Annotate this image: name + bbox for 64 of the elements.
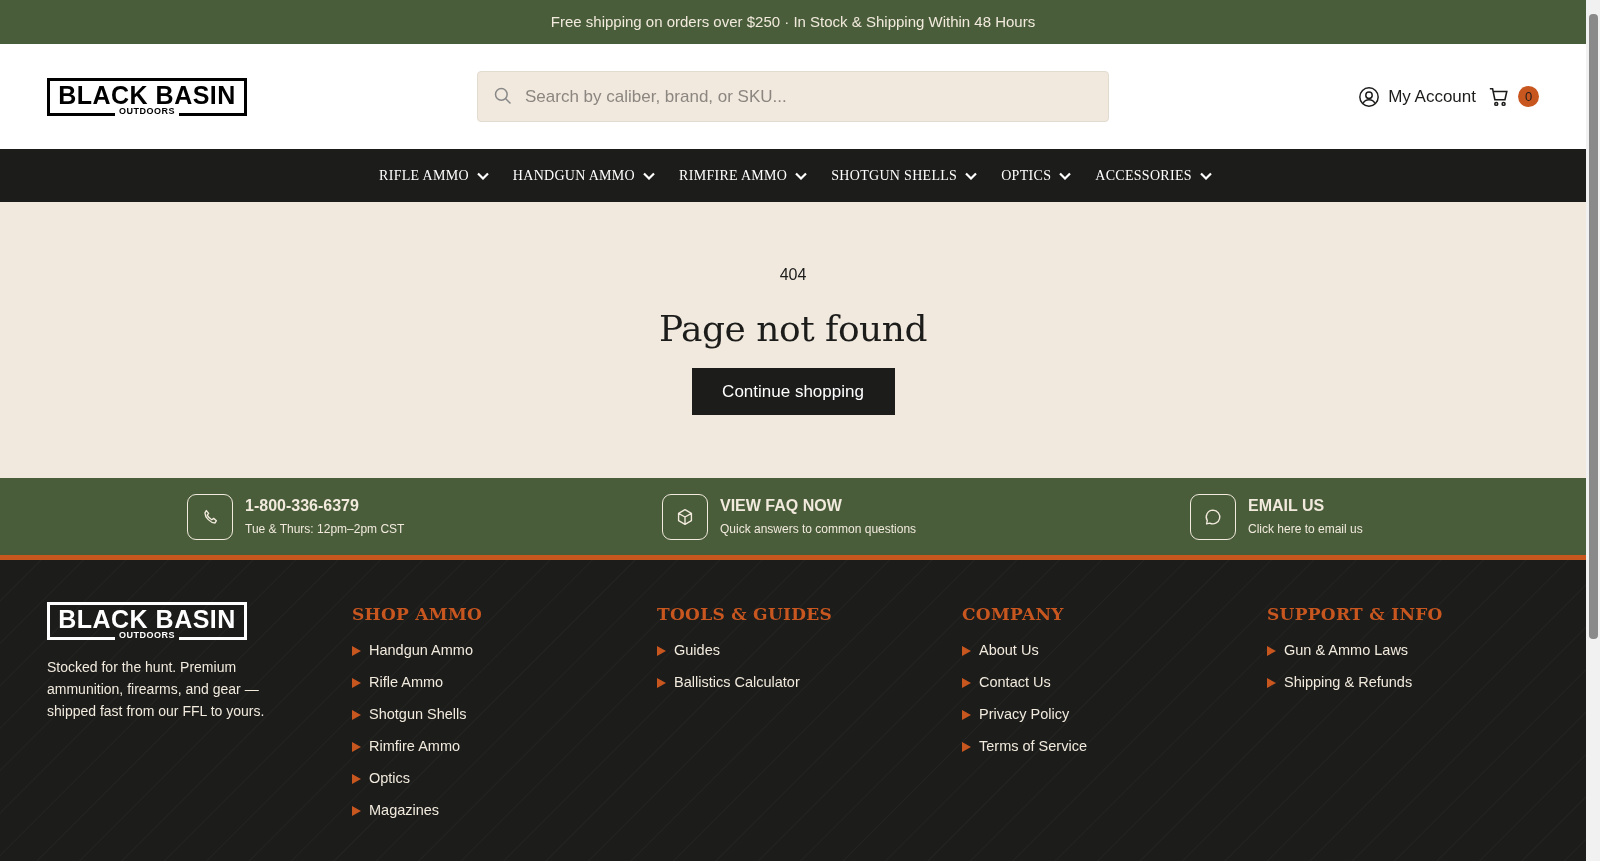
footer-link[interactable]: Shipping & Refunds: [1284, 672, 1413, 693]
triangle-bullet-icon: [352, 645, 361, 656]
footer-link[interactable]: Optics: [369, 768, 411, 789]
search-field[interactable]: Search by caliber, brand, or SKU...: [477, 71, 1109, 122]
footer-link[interactable]: Terms of Service: [979, 736, 1087, 757]
cube-icon: [662, 493, 708, 540]
contact-link[interactable]: VIEW FAQ NOW Quick answers to common questions: [662, 493, 1190, 540]
triangle-bullet-icon: [352, 773, 361, 784]
footer-link[interactable]: Shotgun Shells: [369, 704, 467, 725]
triangle-bullet-icon: [962, 645, 971, 656]
footer-heading: SUPPORT & INFO: [1267, 604, 1444, 624]
cart-icon[interactable]: [1488, 85, 1510, 108]
footer-blurb: Stocked for the hunt. Premium ammunition, firearms, and gear — shipped fast from our FFL to yours.: [47, 658, 266, 721]
chevron-down-icon: [643, 171, 656, 180]
footer-link[interactable]: Gun & Ammo Laws: [1284, 640, 1409, 661]
triangle-bullet-icon: [962, 709, 971, 720]
nav-menu-item[interactable]: HANDGUN AMMO: [512, 165, 656, 186]
triangle-bullet-icon: [352, 677, 361, 688]
contact-link[interactable]: 1-800-336-6379 Tue & Thurs: 12pm–2pm CST: [187, 493, 662, 540]
chevron-down-icon: [476, 171, 489, 180]
user-icon: [1358, 85, 1381, 108]
logo[interactable]: BLACK BASIN OUTDOORS: [47, 602, 247, 640]
triangle-bullet-icon: [962, 677, 971, 688]
footer-link[interactable]: Guides: [674, 640, 720, 661]
announcement-text: Free shipping on orders over $250 · In Stock & Shipping Within 48 Hours: [550, 11, 1036, 32]
footer-link[interactable]: About Us: [979, 640, 1039, 661]
triangle-bullet-icon: [657, 677, 666, 688]
page-title: Page not found: [658, 307, 927, 351]
continue-shopping-button[interactable]: Continue shopping: [691, 368, 895, 415]
triangle-bullet-icon: [962, 741, 971, 752]
footer-link[interactable]: Rifle Ammo: [369, 672, 444, 693]
nav-menu-item[interactable]: RIFLE AMMO: [379, 165, 489, 186]
contact-link[interactable]: EMAIL US Click here to email us: [1190, 493, 1586, 540]
footer-link[interactable]: Contact Us: [979, 672, 1051, 693]
triangle-bullet-icon: [352, 805, 361, 816]
triangle-bullet-icon: [352, 741, 361, 752]
footer-link[interactable]: Magazines: [369, 800, 440, 821]
scrollbar[interactable]: [1586, 0, 1600, 861]
error-code: 404: [779, 265, 807, 285]
speech-bubble-icon: [1190, 493, 1236, 540]
account-link[interactable]: My Account: [1358, 83, 1476, 110]
chevron-down-icon: [1199, 171, 1212, 180]
triangle-bullet-icon: [352, 709, 361, 720]
chevron-down-icon: [1059, 171, 1072, 180]
footer-link[interactable]: Handgun Ammo: [369, 640, 473, 661]
footer-link[interactable]: Rimfire Ammo: [369, 736, 461, 757]
triangle-bullet-icon: [1267, 645, 1276, 656]
footer-heading: TOOLS & GUIDES: [657, 604, 834, 624]
triangle-bullet-icon: [657, 645, 666, 656]
search-icon: [493, 86, 513, 106]
footer-link[interactable]: Privacy Policy: [979, 704, 1070, 725]
nav-menu-item[interactable]: ACCESSORIES: [1095, 165, 1212, 186]
chevron-down-icon: [795, 171, 808, 180]
chevron-down-icon: [965, 171, 978, 180]
triangle-bullet-icon: [1267, 677, 1276, 688]
footer-heading: SHOP AMMO: [352, 604, 484, 624]
logo[interactable]: BLACK BASIN OUTDOORS: [47, 77, 247, 116]
footer-heading: COMPANY: [962, 604, 1065, 624]
phone-icon: [187, 493, 233, 540]
nav-menu-item[interactable]: RIMFIRE AMMO: [679, 165, 808, 186]
footer-link[interactable]: Ballistics Calculator: [674, 672, 800, 693]
nav-menu-item[interactable]: SHOTGUN SHELLS: [831, 165, 978, 186]
nav-menu-item[interactable]: OPTICS: [1001, 165, 1072, 186]
cart-count-badge: 0: [1518, 86, 1539, 107]
